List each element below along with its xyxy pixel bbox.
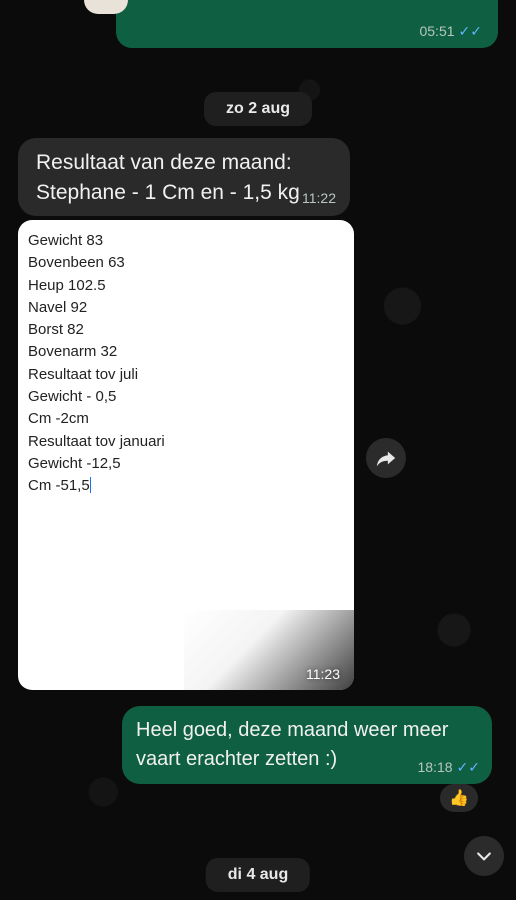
image-content: Gewicht 83 Bovenbeen 63 Heup 102.5 Navel… [28, 230, 165, 498]
message-time: 18:18 [417, 759, 453, 775]
message-text: Resultaat van deze maand: Stephane - 1 C… [36, 151, 300, 204]
image-line: Navel 92 [28, 298, 88, 316]
reaction-badge[interactable]: 👍 [440, 784, 478, 812]
image-line: Bovenarm 32 [28, 343, 118, 361]
double-check-icon: ✓✓ [456, 759, 480, 775]
image-line: Cm -2cm [28, 410, 89, 428]
image-line: Heup 102.5 [28, 276, 106, 294]
incoming-image-message[interactable]: Gewicht 83 Bovenbeen 63 Heup 102.5 Navel… [18, 220, 354, 690]
message-time: 11:23 [306, 666, 340, 682]
forward-button[interactable] [366, 438, 406, 478]
image-line: Borst 82 [28, 321, 84, 339]
text-cursor [89, 477, 91, 494]
thumbs-up-icon: 👍 [449, 790, 469, 807]
image-line: Gewicht - 0,5 [28, 388, 117, 406]
image-line-last: Cm -51,5 [28, 477, 91, 495]
image-line: Bovenbeen 63 [28, 254, 125, 272]
image-line: Gewicht -12,5 [28, 454, 121, 472]
double-check-icon: ✓✓ [458, 23, 482, 39]
chevron-down-icon [477, 852, 491, 861]
outgoing-message[interactable]: Heel goed, deze maand weer meer vaart er… [122, 706, 492, 784]
image-line: Resultaat tov juli [28, 365, 139, 383]
forward-icon [376, 451, 396, 467]
message-time: 05:51 [419, 23, 455, 39]
date-separator: di 4 aug [205, 858, 311, 892]
message-time: 11:22 [302, 190, 336, 206]
image-line: Resultaat tov januari [28, 432, 165, 450]
outgoing-message-top[interactable]: 05:51 ✓✓ [116, 0, 498, 48]
incoming-message[interactable]: Resultaat van deze maand: Stephane - 1 C… [18, 138, 350, 216]
image-line: Gewicht 83 [28, 232, 104, 249]
scroll-down-button[interactable] [464, 836, 504, 876]
date-separator: zo 2 aug [203, 92, 313, 126]
